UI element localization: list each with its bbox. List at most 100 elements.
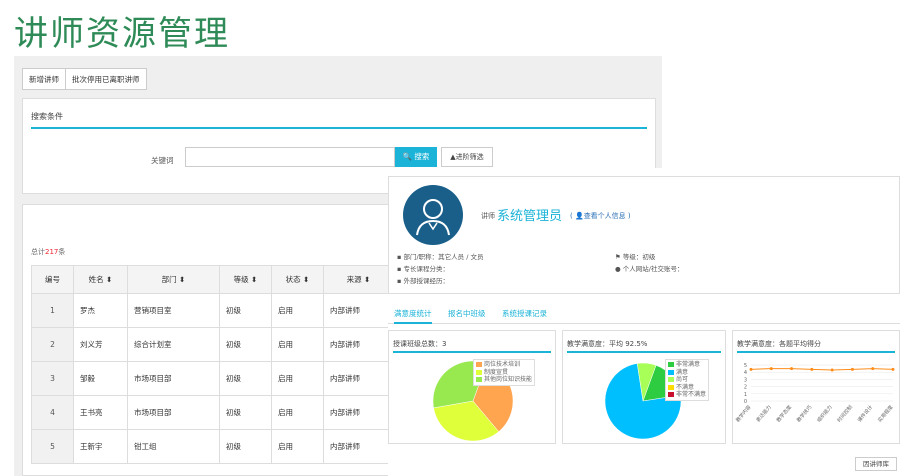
table-row[interactable]: 1 罗杰 营销项目室 初级 启用 内部讲师	[31, 293, 394, 328]
cell-level: 初级	[219, 361, 272, 396]
col-header-id[interactable]: 编号	[31, 265, 74, 294]
col-header-level[interactable]: 等级 ⬍	[219, 265, 272, 294]
x-tick-label: 课件设计	[856, 404, 874, 424]
cell-status: 启用	[271, 327, 324, 362]
cell-name[interactable]: 罗杰	[73, 293, 128, 328]
col-dept-label: 部门	[161, 275, 177, 284]
lecturer-table: 编号 姓名 ⬍ 部门 ⬍ 等级 ⬍ 状态 ⬍ 来源 ⬍ 1 罗杰 营销项目室 初…	[31, 265, 394, 464]
legend-item: 非常满意	[668, 361, 706, 369]
col-level-label: 等级	[233, 275, 249, 284]
avatar	[403, 185, 463, 245]
cell-dept: 市场项目部	[127, 395, 220, 430]
cell-status: 启用	[271, 429, 324, 464]
y-tick-label: 3	[744, 377, 747, 383]
chart-legend: 岗位技术培训 制度宣贯 其他岗位知识技能	[473, 359, 536, 386]
y-tick-label: 2	[744, 385, 747, 391]
classes-pie-chart	[432, 360, 514, 442]
table-row[interactable]: 5 王新宇 钳工组 初级 启用 内部讲师	[31, 429, 394, 464]
chart-card-classes: 授课班级总数：3 岗位技术培训 制度宣贯 其他岗位知识技能	[388, 330, 556, 444]
y-tick-label: 5	[744, 363, 747, 369]
legend-item: 岗位技术培训	[476, 361, 532, 369]
tab-teaching-records[interactable]: 系统授课记录	[502, 308, 547, 319]
data-point	[810, 367, 814, 371]
cell-source: 内部讲师	[323, 429, 394, 464]
add-lecturer-button[interactable]: 新增讲师	[22, 68, 66, 90]
search-button[interactable]: 🔍 搜索	[395, 147, 437, 167]
institution-icon: ▪	[397, 277, 402, 285]
legend-item: 不满意	[668, 384, 706, 392]
page-title: 讲师资源管理	[14, 14, 230, 54]
cell-id: 1	[31, 293, 74, 328]
x-tick-label: 时间控制	[836, 404, 854, 424]
total-number: 217	[45, 248, 59, 256]
y-tick-label: 1	[744, 392, 747, 398]
back-to-library-button[interactable]: 因讲师库	[855, 457, 897, 471]
table-row[interactable]: 2 刘义芳 综合计划室 初级 启用 内部讲师	[31, 327, 394, 362]
data-point	[830, 368, 834, 372]
cell-name[interactable]: 王书亮	[73, 395, 128, 430]
cell-name[interactable]: 邹毅	[73, 361, 128, 396]
x-tick-label: 实用程度	[876, 404, 894, 424]
y-tick-label: 4	[744, 370, 747, 376]
data-point	[891, 367, 895, 371]
external-text: 外部授课经历：	[403, 277, 449, 285]
cell-level: 初级	[219, 293, 272, 328]
cell-source: 内部讲师	[323, 395, 394, 430]
cell-dept: 市场项目部	[127, 361, 220, 396]
tab-satisfaction[interactable]: 满意度统计	[394, 308, 432, 324]
x-tick-label: 教学内容	[734, 404, 752, 424]
legend-label: 岗位技术培训	[484, 361, 521, 368]
course-text: 专长课程分类：	[403, 265, 449, 273]
cell-source: 内部讲师	[323, 327, 394, 362]
total-count: 总计217条	[31, 247, 65, 257]
globe-icon: ●	[615, 265, 621, 273]
col-status-label: 状态	[285, 275, 301, 284]
search-icon: 🔍	[402, 152, 412, 161]
chart-card-average: 教学满意度：各题平均得分 5 4 3 2 1 0 教学内容 表达能力 教学态度 教学技巧 组织能力时…	[732, 330, 900, 444]
legend-item: 其他岗位知识技能	[476, 376, 532, 384]
legend-swatch	[476, 377, 482, 382]
cell-id: 4	[31, 395, 74, 430]
search-title: 搜索条件	[31, 112, 63, 121]
keyword-input[interactable]	[185, 147, 395, 167]
legend-swatch	[476, 369, 482, 375]
tab-enrolling-classes[interactable]: 报名中班级	[448, 308, 486, 319]
col-header-dept[interactable]: 部门 ⬍	[127, 265, 220, 294]
view-profile-link[interactable]: ( 👤查看个人信息 )	[570, 211, 631, 221]
keyword-label: 关键词	[151, 156, 174, 165]
sort-icon: ⬍	[364, 275, 371, 284]
site-text: 个人网站/社交账号：	[622, 265, 684, 273]
advanced-filter-button[interactable]: ▲进阶筛选	[441, 147, 493, 167]
chart-legend: 非常满意 满意 尚可 不满意 非常不满意	[665, 359, 710, 401]
table-row[interactable]: 3 邹毅 市场项目部 初级 启用 内部讲师	[31, 361, 394, 396]
average-line-chart: 543 210教学内容 表达能力 教学态度 教学技巧 组织能力 时间控制 课件设计 实用程度	[734, 363, 895, 424]
col-header-source[interactable]: 来源 ⬍	[323, 265, 394, 294]
cell-id: 3	[31, 361, 74, 396]
info-external: ▪ 外部授课经历：	[397, 275, 449, 285]
legend-item: 满意	[668, 369, 706, 377]
col-header-status[interactable]: 状态 ⬍	[271, 265, 324, 294]
y-tick-label: 0	[744, 399, 747, 405]
cell-status: 启用	[271, 361, 324, 396]
cell-level: 初级	[219, 429, 272, 464]
legend-swatch	[668, 362, 674, 367]
cell-name[interactable]: 王新宇	[73, 429, 128, 464]
legend-label: 满意	[676, 368, 689, 376]
legend-swatch	[668, 384, 674, 390]
detail-tabs: 满意度统计 报名中班级 系统授课记录	[388, 306, 900, 324]
level-text: 等级：初级	[622, 253, 656, 261]
toolbar: 新增讲师 批次停用已离职讲师	[22, 68, 147, 90]
legend-item: 非常不满意	[668, 391, 706, 399]
total-prefix: 总计	[31, 248, 45, 256]
col-header-name[interactable]: 姓名 ⬍	[73, 265, 128, 294]
lecturer-detail-panel: 讲师 系统管理员 ( 👤查看个人信息 ) ▪ 部门/职称：其它人员 / 文员 ▪…	[388, 168, 913, 476]
table-row[interactable]: 4 王书亮 市场项目部 初级 启用 内部讲师	[31, 395, 394, 430]
cell-name[interactable]: 刘义芳	[73, 327, 128, 362]
legend-label: 其他岗位知识技能	[484, 376, 533, 383]
total-suffix: 条	[58, 248, 66, 256]
cell-source: 内部讲师	[323, 361, 394, 396]
legend-label: 不满意	[676, 383, 695, 391]
legend-swatch	[668, 377, 674, 382]
data-point	[871, 367, 875, 371]
batch-disable-button[interactable]: 批次停用已离职讲师	[66, 68, 147, 90]
